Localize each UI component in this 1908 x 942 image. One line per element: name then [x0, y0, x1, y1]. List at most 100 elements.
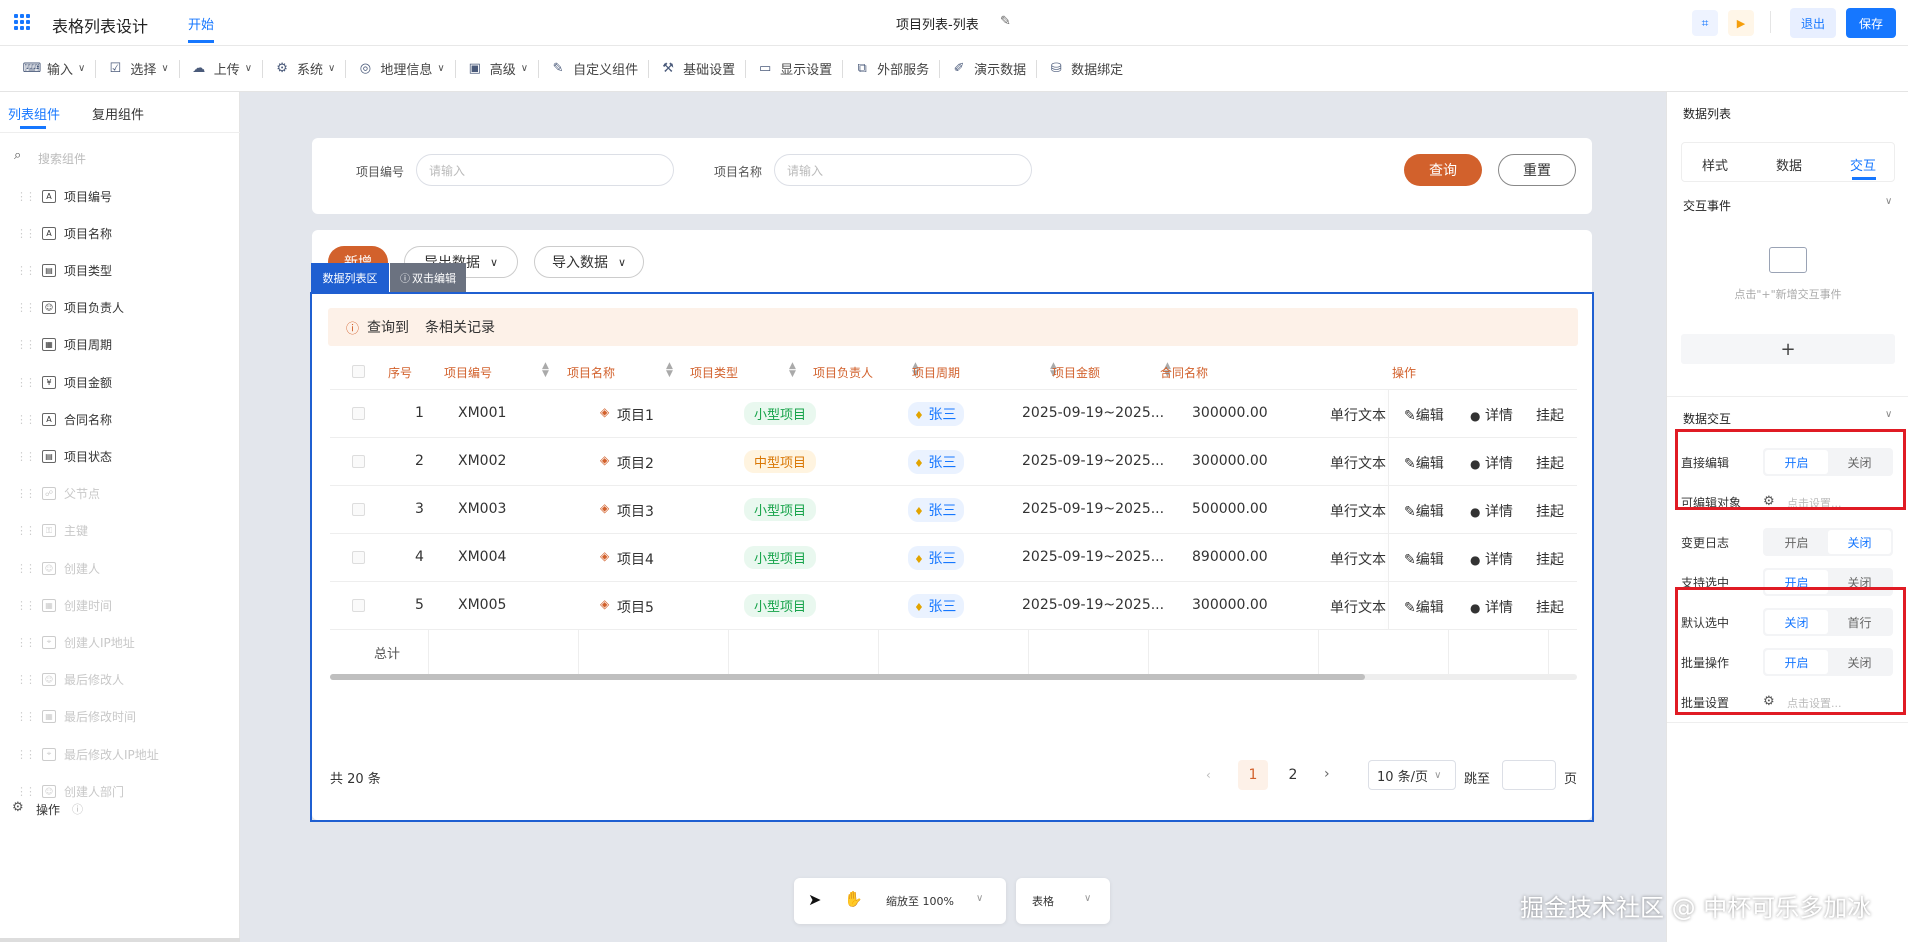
run-icon[interactable]: ▶ [1728, 10, 1754, 36]
double-click-edit-hint[interactable]: ⓘ 双击编辑 [390, 263, 466, 292]
add-event-button[interactable]: + [1681, 334, 1895, 364]
drag-handle-icon[interactable]: ⋮⋮ [16, 190, 36, 203]
exit-button[interactable]: 退出 [1790, 8, 1836, 38]
drag-handle-icon[interactable]: ⋮⋮ [16, 301, 36, 314]
app-grid-icon[interactable] [14, 14, 30, 30]
view-select[interactable]: 表格 ∨ [1016, 878, 1110, 924]
drag-handle-icon[interactable]: ⋮⋮ [16, 264, 36, 277]
table-row[interactable]: 3 XM003 ◈ 项目3 小型项目 ♦ 张三 2025-09-19~2025.… [330, 486, 1577, 534]
sort-icon[interactable]: ▲ ▼ [542, 362, 549, 379]
toolbar-item[interactable]: ☁ 上传 ∨ [181, 54, 261, 84]
page-1-button[interactable]: 1 [1238, 760, 1268, 790]
toolbar-item[interactable]: ▭ 显示设置 [747, 54, 841, 84]
edit-action[interactable]: ✎编辑 [1404, 501, 1444, 521]
tab-style[interactable]: 样式 [1702, 155, 1728, 174]
row-checkbox[interactable] [352, 551, 365, 564]
row-checkbox[interactable] [352, 407, 365, 420]
owner-tag: ♦ 张三 [908, 546, 965, 570]
reset-button[interactable]: 重置 [1498, 154, 1576, 186]
data-table: 序号 项目编号 ▲ ▼ 项目名称 ▲ ▼ 项目类型 ▲ ▼ 项目负责人 ▲ ▼ 项目周期 ▲ ▼ 项目金额 ▲ ▼ 合… [330, 354, 1577, 674]
chevron-down-icon[interactable]: ∨ [1885, 409, 1892, 420]
import-button[interactable]: 导入数据 ∨ [534, 246, 644, 278]
suspend-action[interactable]: 挂起 [1536, 549, 1564, 569]
detail-action[interactable]: ● 详情 [1470, 453, 1513, 473]
search-input[interactable]: 搜索组件 [38, 150, 86, 167]
suspend-action[interactable]: 挂起 [1536, 501, 1564, 521]
toggle-option[interactable]: 关闭 [1828, 530, 1891, 554]
component-list-item[interactable]: ⋮⋮ ¥ 项目金额 [16, 372, 112, 392]
table-header: 序号 项目编号 ▲ ▼ 项目名称 ▲ ▼ 项目类型 ▲ ▼ 项目负责人 ▲ ▼ 项目周期 ▲ ▼ 项目金额 ▲ ▼ 合… [330, 354, 1577, 390]
component-list-item[interactable]: ⋮⋮ A 项目名称 [16, 223, 112, 243]
toolbar-item[interactable]: ◎ 地理信息 ∨ [347, 54, 453, 84]
component-list-item[interactable]: ⋮⋮ ▤ 项目状态 [16, 446, 112, 466]
component-list-item[interactable]: ⋮⋮ ☺ 项目负责人 [16, 298, 124, 318]
detail-action[interactable]: ● 详情 [1470, 405, 1513, 425]
tab-list-components[interactable]: 列表组件 [8, 104, 60, 123]
edit-title-icon[interactable]: ✎ [1000, 14, 1011, 29]
sort-icon[interactable]: ▲ ▼ [789, 362, 796, 379]
table-row[interactable]: 1 XM001 ◈ 项目1 小型项目 ♦ 张三 2025-09-19~2025.… [330, 390, 1577, 438]
toolbar-item[interactable]: ✎ 自定义组件 [540, 54, 647, 84]
table-row[interactable]: 5 XM005 ◈ 项目5 小型项目 ♦ 张三 2025-09-19~2025.… [330, 582, 1577, 630]
edit-action[interactable]: ✎编辑 [1404, 549, 1444, 569]
row-checkbox[interactable] [352, 503, 365, 516]
edit-action[interactable]: ✎编辑 [1404, 405, 1444, 425]
horizontal-scrollbar[interactable] [330, 674, 1577, 680]
edit-action[interactable]: ✎编辑 [1404, 453, 1444, 473]
suspend-action[interactable]: 挂起 [1536, 597, 1564, 617]
toolbar-item[interactable]: ☑ 选择 ∨ [97, 54, 177, 84]
sort-icon[interactable]: ▲ ▼ [666, 362, 673, 379]
preview-icon[interactable]: ⌗ [1692, 10, 1718, 36]
drag-handle-icon[interactable]: ⋮⋮ [16, 376, 36, 389]
toolbar-item[interactable]: ⚒ 基础设置 [650, 54, 744, 84]
component-list-item[interactable]: ⋮⋮ ▤ 项目类型 [16, 260, 112, 280]
tab-data[interactable]: 数据 [1776, 155, 1802, 174]
pointer-icon[interactable]: ➤ [808, 890, 821, 909]
toolbar-item[interactable]: ⧉ 外部服务 [844, 54, 938, 84]
scrollbar[interactable] [0, 938, 240, 942]
jump-input[interactable] [1502, 760, 1556, 790]
detail-action[interactable]: ● 详情 [1470, 501, 1513, 521]
tab-reuse-components[interactable]: 复用组件 [92, 104, 144, 123]
detail-action[interactable]: ● 详情 [1470, 597, 1513, 617]
component-list-item[interactable]: ⋮⋮ A 项目编号 [16, 186, 112, 206]
drag-handle-icon[interactable]: ⋮⋮ [16, 413, 36, 426]
drag-handle-icon[interactable]: ⋮⋮ [16, 227, 36, 240]
zoom-level[interactable]: 缩放至 100% [886, 893, 954, 909]
suspend-action[interactable]: 挂起 [1536, 453, 1564, 473]
toolbar-item[interactable]: ⌨ 输入 ∨ [14, 54, 94, 84]
component-list-item[interactable]: ⋮⋮ A 合同名称 [16, 409, 112, 429]
next-page-icon[interactable]: › [1324, 766, 1330, 782]
table-row[interactable]: 4 XM004 ◈ 项目4 小型项目 ♦ 张三 2025-09-19~2025.… [330, 534, 1577, 582]
chevron-down-icon[interactable]: ∨ [976, 893, 983, 904]
person-icon: ♦ [914, 553, 924, 566]
detail-action[interactable]: ● 详情 [1470, 549, 1513, 569]
row-checkbox[interactable] [352, 599, 365, 612]
toolbar-item[interactable]: ▣ 高级 ∨ [457, 54, 537, 84]
save-button[interactable]: 保存 [1846, 8, 1896, 38]
data-list-region[interactable]: ⓘ 查询到 条相关记录 序号 项目编号 ▲ ▼ 项目名称 ▲ ▼ 项目类型 ▲ ▼ 项目负责人 ▲ ▼ 项… [310, 292, 1594, 822]
table-row[interactable]: 2 XM002 ◈ 项目2 中型项目 ♦ 张三 2025-09-19~2025.… [330, 438, 1577, 486]
ops-label[interactable]: 操作 [36, 801, 60, 818]
toolbar-item[interactable]: ⛁ 数据绑定 [1038, 54, 1132, 84]
name-filter-input[interactable]: 请输入 [774, 154, 1032, 186]
prev-page-icon[interactable]: ‹ [1206, 768, 1211, 782]
drag-handle-icon[interactable]: ⋮⋮ [16, 450, 36, 463]
row-checkbox[interactable] [352, 455, 365, 468]
page-size-select[interactable]: 10 条/页 ∨ [1368, 760, 1456, 790]
select-all-checkbox[interactable] [352, 365, 365, 378]
toolbar-item[interactable]: ⚙ 系统 ∨ [264, 54, 344, 84]
code-filter-input[interactable]: 请输入 [416, 154, 674, 186]
component-list-item[interactable]: ⋮⋮ ▦ 项目周期 [16, 335, 112, 355]
query-button[interactable]: 查询 [1404, 154, 1482, 186]
edit-action[interactable]: ✎编辑 [1404, 597, 1444, 617]
page-2-button[interactable]: 2 [1278, 760, 1308, 790]
tab-start[interactable]: 开始 [188, 14, 214, 33]
chevron-down-icon[interactable]: ∨ [1885, 196, 1892, 207]
suspend-action[interactable]: 挂起 [1536, 405, 1564, 425]
toolbar-item[interactable]: ✐ 演示数据 [941, 54, 1035, 84]
toggle-option[interactable]: 开启 [1765, 530, 1828, 554]
drag-handle-icon[interactable]: ⋮⋮ [16, 338, 36, 351]
hand-icon[interactable]: ✋ [844, 890, 863, 908]
tab-interaction[interactable]: 交互 [1850, 155, 1876, 174]
